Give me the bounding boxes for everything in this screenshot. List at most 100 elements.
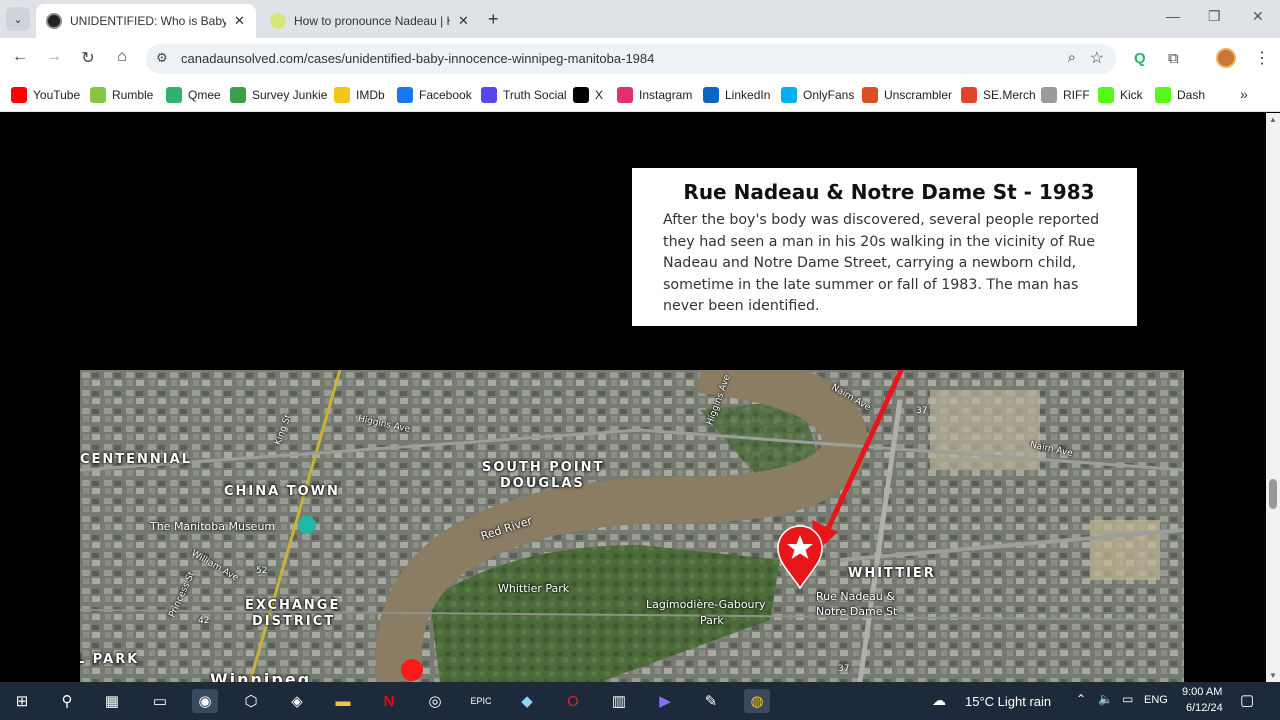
reload-button[interactable]: ↻ xyxy=(77,48,99,68)
bookmark-survey-junkie[interactable]: Survey Junkie xyxy=(230,87,327,103)
speaker-icon[interactable]: 🔈 xyxy=(1098,692,1113,706)
tab-baby-innocence[interactable]: UNIDENTIFIED: Who is Baby Innocence ✕ xyxy=(36,4,256,38)
language-indicator[interactable]: ENG xyxy=(1144,694,1168,706)
bookmark-rumble[interactable]: Rumble xyxy=(90,87,153,103)
tab-search-button[interactable]: ⌄ xyxy=(6,7,30,31)
profile-avatar[interactable] xyxy=(1216,48,1236,68)
home-icon: ⌂ xyxy=(117,48,127,65)
close-window-button[interactable]: ✕ xyxy=(1252,8,1264,25)
arrow-left-icon: ← xyxy=(12,48,28,65)
bookmark-star-icon[interactable]: ☆ xyxy=(1090,48,1104,68)
video-app-icon[interactable]: ▶ xyxy=(652,689,678,713)
bookmark-kick[interactable]: Kick xyxy=(1098,87,1143,103)
chevron-up-icon[interactable]: ⌃ xyxy=(1076,692,1086,706)
instagram-icon xyxy=(617,87,633,103)
tab-title: UNIDENTIFIED: Who is Baby Innocence xyxy=(70,14,226,28)
bookmarks-bar: » YouTube Rumble Qmee Survey Junkie IMDb Face… xyxy=(0,80,1280,112)
paint-icon[interactable]: ✎ xyxy=(698,689,724,713)
weather-text[interactable]: 15°C Light rain xyxy=(965,694,1051,709)
bookmark-label: Dash xyxy=(1177,88,1206,102)
clock-time[interactable]: 9:00 AM xyxy=(1182,686,1222,698)
reload-icon: ↻ xyxy=(81,50,95,67)
qmee-icon xyxy=(166,87,182,103)
bookmark-linkedin[interactable]: LinkedIn xyxy=(703,87,770,103)
bookmark-youtube[interactable]: YouTube xyxy=(11,87,80,103)
callout-title: Rue Nadeau & Notre Dame St - 1983 xyxy=(683,180,1095,204)
opera-icon[interactable]: O xyxy=(560,689,586,713)
tab-pronounce-nadeau[interactable]: How to pronounce Nadeau | How ✕ xyxy=(260,4,480,38)
satellite-map: CENTENNIAL CHINA TOWN The Manitoba Museu… xyxy=(80,370,1184,682)
extensions-puzzle-icon[interactable]: ⧉ xyxy=(1168,50,1179,67)
netflix-icon[interactable]: N xyxy=(376,689,402,713)
clock-date[interactable]: 6/12/24 xyxy=(1186,702,1223,714)
home-button[interactable]: ⌂ xyxy=(111,48,133,66)
tab-title: How to pronounce Nadeau | How xyxy=(294,14,450,28)
x-icon xyxy=(573,87,589,103)
bookmark-instagram[interactable]: Instagram xyxy=(617,87,692,103)
zoom-icon[interactable]: ⌕ xyxy=(1068,49,1076,66)
bookmark-label: OnlyFans xyxy=(803,88,855,102)
highway-37-badge-2: 37 xyxy=(838,664,850,674)
riff-icon xyxy=(1041,87,1057,103)
scroll-up-icon[interactable]: ▲ xyxy=(1269,115,1277,124)
rumble-icon xyxy=(90,87,106,103)
label-douglas: DOUGLAS xyxy=(500,476,585,491)
obs-icon[interactable]: ◉ xyxy=(192,689,218,713)
epic-games-icon[interactable]: EPIC xyxy=(468,689,494,713)
label-winnipeg: Winnipeg xyxy=(210,670,312,682)
address-bar[interactable]: ⚙ canadaunsolved.com/cases/unidentified-… xyxy=(146,44,1116,74)
search-icon[interactable]: ⚲ xyxy=(54,689,80,713)
bookmark-unscrambler[interactable]: Unscrambler xyxy=(862,87,952,103)
steam-icon[interactable]: ◎ xyxy=(422,689,448,713)
app-icon[interactable]: ◈ xyxy=(284,689,310,713)
new-tab-button[interactable]: + xyxy=(488,9,499,30)
bookmark-facebook[interactable]: Facebook xyxy=(397,87,472,103)
bookmark-se-merch[interactable]: SE.Merch xyxy=(961,87,1036,103)
bookmark-label: IMDb xyxy=(356,88,385,102)
close-icon[interactable]: ✕ xyxy=(458,13,469,29)
highway-37-badge: 37 xyxy=(916,406,928,416)
app-tile-icon[interactable]: ◆ xyxy=(514,689,540,713)
app-window-icon[interactable]: ▭ xyxy=(147,689,173,713)
menu-kebab-icon[interactable]: ⋮ xyxy=(1254,48,1270,68)
notification-icon[interactable]: ▢ xyxy=(1240,691,1254,709)
windows-taskbar: ⊞ ⚲ ▦ ▭ ◉ ⬡ ◈ ▬ N ◎ EPIC ◆ O ▥ ▶ ✎ ◍ ☁ 1… xyxy=(0,682,1280,720)
bookmark-qmee[interactable]: Qmee xyxy=(166,87,221,103)
bookmark-label: RIFF xyxy=(1063,88,1090,102)
bookmark-x[interactable]: X xyxy=(573,87,603,103)
label-whittier-park: Whittier Park xyxy=(498,582,570,595)
bookmark-dash[interactable]: Dash xyxy=(1155,87,1205,103)
minimize-button[interactable]: — xyxy=(1166,8,1180,24)
close-icon[interactable]: ✕ xyxy=(234,13,245,29)
network-icon[interactable]: ▭ xyxy=(1122,692,1133,706)
scroll-down-icon[interactable]: ▼ xyxy=(1269,671,1277,680)
scroll-thumb[interactable] xyxy=(1269,479,1277,509)
bookmark-truth-social[interactable]: Truth Social xyxy=(481,87,567,103)
bookmark-label: Truth Social xyxy=(503,88,567,102)
chrome-icon[interactable]: ◍ xyxy=(744,689,770,713)
highway-52-badge: 52 xyxy=(256,566,268,576)
weather-icon[interactable]: ☁ xyxy=(932,692,946,709)
more-bookmarks-icon[interactable]: » xyxy=(1240,86,1248,102)
facebook-icon xyxy=(397,87,413,103)
qmee-extension-icon[interactable]: Q xyxy=(1134,50,1146,67)
task-view-icon[interactable]: ▦ xyxy=(99,689,125,713)
bookmark-onlyfans[interactable]: OnlyFans xyxy=(781,87,854,103)
youtube-icon xyxy=(11,87,27,103)
bookmark-label: SE.Merch xyxy=(983,88,1036,102)
windows-start-icon[interactable]: ⊞ xyxy=(9,689,35,713)
bookmark-label: YouTube xyxy=(33,88,81,102)
bookmark-label: Instagram xyxy=(639,88,693,102)
site-settings-icon[interactable]: ⚙ xyxy=(156,50,168,66)
location-callout: Rue Nadeau & Notre Dame St - 1983 After … xyxy=(632,168,1137,326)
url-text[interactable]: canadaunsolved.com/cases/unidentified-ba… xyxy=(181,51,654,66)
file-explorer-icon[interactable]: ▬ xyxy=(330,689,356,713)
back-button[interactable]: ← xyxy=(9,48,31,66)
restore-button[interactable]: ❐ xyxy=(1208,8,1221,25)
bookmark-riff[interactable]: RIFF xyxy=(1041,87,1090,103)
forward-button[interactable]: → xyxy=(43,48,65,66)
audio-editor-icon[interactable]: ▥ xyxy=(606,689,632,713)
page-scrollbar[interactable]: ▲ ▼ xyxy=(1266,113,1280,682)
bookmark-imdb[interactable]: IMDb xyxy=(334,87,385,103)
cube-app-icon[interactable]: ⬡ xyxy=(238,689,264,713)
